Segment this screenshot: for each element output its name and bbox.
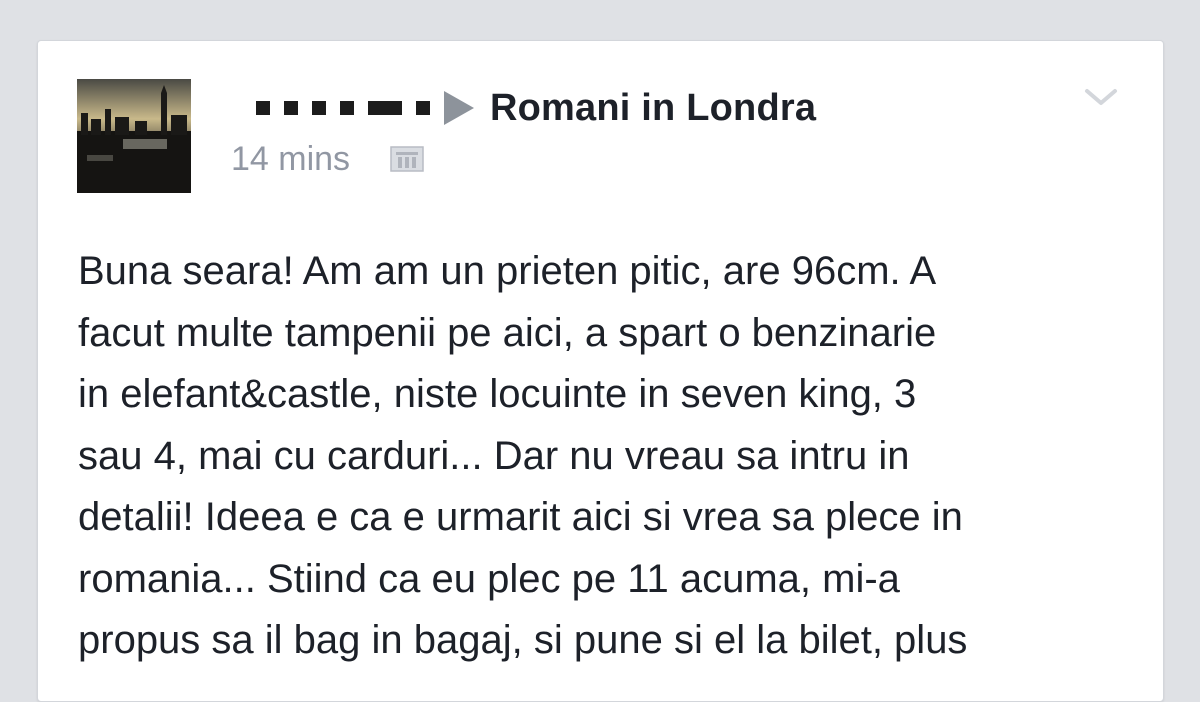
- post-text-line: romania... Stiind ca eu plec pe 11 acuma…: [78, 556, 900, 601]
- post-text-line: Buna seara! Am am un prieten pitic, are …: [78, 249, 937, 293]
- post-text-line: in elefant&castle, niste locuinte in sev…: [78, 372, 917, 416]
- post-text-line: sau 4, mai cu carduri... Dar nu vreau sa…: [78, 433, 910, 478]
- post-timestamp[interactable]: 14 mins: [231, 140, 350, 179]
- author-avatar[interactable]: [77, 79, 191, 193]
- post-body: Buna seara! Am am un prieten pitic, are …: [78, 241, 1138, 672]
- group-members-icon[interactable]: [390, 146, 424, 172]
- redacted-author-name: [256, 101, 430, 115]
- post-text-line: facut multe tampenii pe aici, a spart o …: [78, 310, 937, 355]
- post-text-line: propus sa il bag in bagaj, si pune si el…: [78, 618, 968, 662]
- post-header: Romani in Londra: [256, 85, 816, 131]
- post-meta: 14 mins: [231, 139, 424, 179]
- arrow-right-icon: [444, 91, 474, 125]
- city-skyline-photo: [77, 79, 191, 193]
- post-text-line: detalii! Ideea e ca e urmarit aici si vr…: [78, 495, 963, 539]
- chevron-down-icon[interactable]: [1083, 85, 1119, 109]
- group-name-link[interactable]: Romani in Londra: [490, 87, 816, 130]
- post-card: Romani in Londra 14 mins Buna seara! Am …: [37, 40, 1164, 702]
